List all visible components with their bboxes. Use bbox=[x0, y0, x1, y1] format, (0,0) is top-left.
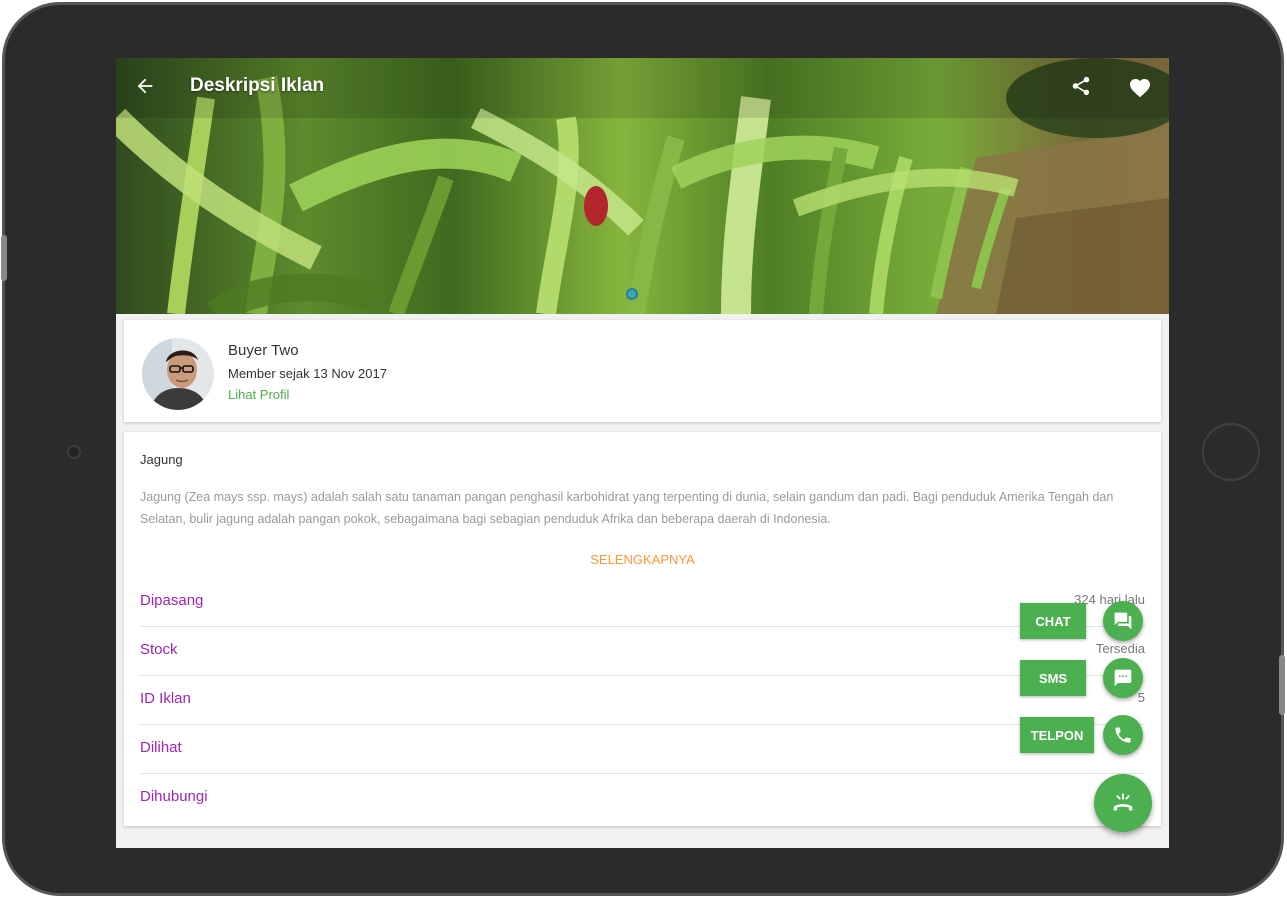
tablet-side-button bbox=[1, 235, 7, 281]
seller-avatar[interactable] bbox=[142, 338, 214, 410]
phone-hangup-icon[interactable] bbox=[1094, 774, 1152, 832]
app-screen: Deskripsi Iklan Buyer Two Member sejak 1… bbox=[116, 58, 1169, 848]
detail-label: Stock bbox=[140, 641, 178, 658]
gallery-page-indicator bbox=[626, 288, 638, 300]
detail-value: 5 bbox=[1137, 690, 1145, 705]
share-icon[interactable] bbox=[1070, 75, 1092, 97]
detail-label: Dilihat bbox=[140, 739, 182, 756]
read-more-button[interactable]: SELENGKAPNYA bbox=[124, 552, 1161, 567]
detail-row-stock: Stock Tersedia bbox=[140, 627, 1145, 676]
message-icon[interactable] bbox=[1103, 658, 1143, 698]
phone-icon[interactable] bbox=[1103, 715, 1143, 755]
chat-label-button[interactable]: CHAT bbox=[1020, 603, 1086, 639]
seller-card: Buyer Two Member sejak 13 Nov 2017 Lihat… bbox=[124, 320, 1161, 422]
arrow-back-icon[interactable] bbox=[134, 75, 156, 97]
listing-photo[interactable]: Deskripsi Iklan bbox=[116, 58, 1169, 314]
detail-row-posted: Dipasang 324 hari lalu bbox=[140, 578, 1145, 627]
listing-details-card: Jagung Jagung (Zea mays ssp. mays) adala… bbox=[124, 432, 1161, 826]
listing-description: Jagung (Zea mays ssp. mays) adalah salah… bbox=[140, 490, 1114, 526]
view-profile-link[interactable]: Lihat Profil bbox=[228, 387, 289, 402]
detail-label: Dihubungi bbox=[140, 788, 208, 805]
seller-name: Buyer Two bbox=[228, 342, 299, 359]
detail-row-contacted: Dihubungi bbox=[140, 774, 1145, 823]
app-toolbar: Deskripsi Iklan bbox=[116, 58, 1169, 114]
detail-row-ad-id: ID Iklan 5 bbox=[140, 676, 1145, 725]
detail-row-views: Dilihat bbox=[140, 725, 1145, 774]
listing-title: Jagung bbox=[140, 452, 183, 467]
heart-icon[interactable] bbox=[1128, 76, 1152, 98]
detail-label: ID Iklan bbox=[140, 690, 191, 707]
chat-icon[interactable] bbox=[1103, 601, 1143, 641]
detail-label: Dipasang bbox=[140, 592, 204, 609]
detail-value: Tersedia bbox=[1095, 641, 1145, 656]
page-title: Deskripsi Iklan bbox=[190, 75, 325, 96]
member-since: Member sejak 13 Nov 2017 bbox=[228, 366, 387, 381]
tablet-home-button[interactable] bbox=[1202, 423, 1260, 481]
call-label-button[interactable]: TELPON bbox=[1020, 717, 1094, 753]
tablet-side-button bbox=[1279, 655, 1285, 715]
tablet-camera bbox=[67, 445, 81, 459]
sms-label-button[interactable]: SMS bbox=[1020, 660, 1086, 696]
